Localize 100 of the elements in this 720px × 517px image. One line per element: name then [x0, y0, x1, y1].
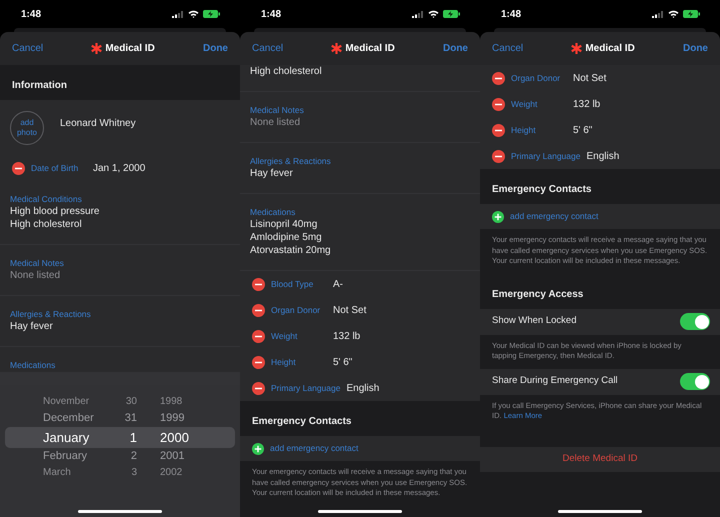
done-button[interactable]: Done: [202, 41, 228, 56]
field-value[interactable]: 132 lb: [573, 96, 600, 112]
add-photo-button[interactable]: add photo: [10, 110, 44, 144]
field-value[interactable]: Hay fever: [10, 320, 230, 333]
asterisk-icon: [91, 43, 102, 54]
add-icon[interactable]: [252, 442, 264, 454]
add-contact-link[interactable]: add emergency contact: [270, 442, 358, 455]
field-label: Medical Notes: [250, 105, 305, 116]
picker-month[interactable]: February: [43, 448, 121, 465]
field-label: Organ Donor: [511, 72, 562, 84]
field-value[interactable]: None listed: [250, 116, 470, 129]
toggle-label: Share During Emergency Call: [492, 374, 618, 388]
field-label: Height: [271, 356, 297, 368]
wifi-icon: [668, 10, 679, 18]
field-label: Allergies & Reactions: [250, 156, 332, 167]
signal-icon: [652, 10, 664, 18]
sheet-title: Medical ID: [345, 42, 395, 56]
field-value[interactable]: 5' 6": [573, 122, 592, 138]
status-time: 1:48: [21, 8, 42, 22]
signal-icon: [172, 10, 184, 18]
toggle-switch[interactable]: [680, 313, 710, 330]
picker-month[interactable]: March: [43, 465, 121, 480]
cancel-button[interactable]: Cancel: [12, 41, 44, 56]
picker-month[interactable]: January: [43, 428, 121, 448]
battery-icon: [443, 10, 460, 18]
picker-day[interactable]: 30: [121, 394, 137, 408]
field-value[interactable]: English: [586, 148, 620, 164]
full-name: Leonard Whitney: [60, 117, 136, 131]
cancel-button[interactable]: Cancel: [492, 41, 524, 56]
field-value[interactable]: Atorvastatin 20mg: [250, 244, 470, 257]
remove-icon[interactable]: [12, 162, 25, 174]
field-value[interactable]: Lisinopril 40mg: [250, 218, 470, 231]
picker-year[interactable]: 2002: [160, 465, 182, 480]
remove-icon[interactable]: [252, 330, 265, 342]
field-value[interactable]: 5' 6": [333, 354, 352, 370]
remove-icon[interactable]: [492, 150, 505, 162]
picker-year[interactable]: 2000: [160, 428, 189, 448]
toggle-switch[interactable]: [680, 373, 710, 390]
wifi-icon: [428, 10, 439, 18]
battery-icon: [683, 10, 700, 18]
add-icon[interactable]: [492, 210, 504, 222]
remove-icon[interactable]: [252, 304, 265, 316]
remove-icon[interactable]: [492, 72, 505, 84]
picker-year[interactable]: 1998: [160, 394, 182, 408]
field-label: Primary Language: [271, 382, 340, 394]
field-value[interactable]: Amlodipine 5mg: [250, 231, 470, 244]
wifi-icon: [188, 10, 199, 18]
field-label: Blood Type: [271, 278, 314, 290]
field-value[interactable]: Not Set: [573, 70, 606, 86]
field-label: Allergies & Reactions: [10, 309, 92, 320]
picker-day[interactable]: 31: [121, 410, 137, 426]
section-header: Information: [12, 79, 67, 93]
selected-row[interactable]: January 1 2000: [5, 427, 235, 448]
sheet-title: Medical ID: [105, 42, 155, 56]
picker-month[interactable]: December: [43, 410, 121, 426]
done-button[interactable]: Done: [682, 41, 708, 56]
picker-day[interactable]: 1: [121, 428, 137, 448]
remove-icon[interactable]: [252, 356, 265, 368]
delete-button[interactable]: Delete Medical ID: [562, 452, 638, 466]
battery-icon: [203, 10, 220, 18]
field-label: Primary Language: [511, 150, 580, 162]
cancel-button[interactable]: Cancel: [252, 41, 284, 56]
picker-day[interactable]: 2: [121, 448, 137, 465]
toggle-label: Show When Locked: [492, 314, 576, 328]
field-value[interactable]: Jan 1, 2000: [93, 160, 146, 176]
asterisk-icon: [571, 43, 582, 54]
asterisk-icon: [331, 43, 342, 54]
field-label: Medical Conditions: [10, 194, 83, 205]
field-label: Height: [511, 124, 537, 136]
picker-month[interactable]: November: [43, 394, 121, 408]
section-header: Emergency Access: [492, 288, 584, 302]
field-label: Medical Notes: [10, 258, 65, 269]
remove-icon[interactable]: [252, 382, 265, 394]
field-value[interactable]: Hay fever: [250, 167, 470, 180]
field-label: Weight: [511, 98, 538, 110]
field-value[interactable]: High blood pressure: [10, 205, 230, 218]
field-label: Medications: [10, 360, 56, 371]
field-value[interactable]: A-: [333, 276, 343, 292]
remove-icon[interactable]: [492, 124, 505, 136]
field-value[interactable]: None listed: [10, 269, 230, 282]
field-value[interactable]: 132 lb: [333, 328, 360, 344]
field-label: Medications: [250, 207, 296, 218]
section-header: Emergency Contacts: [492, 183, 592, 197]
picker-year[interactable]: 2001: [160, 448, 184, 465]
field-value[interactable]: High cholesterol: [10, 218, 230, 231]
remove-icon[interactable]: [252, 278, 265, 290]
field-value[interactable]: Not Set: [333, 302, 366, 318]
field-label: Date of Birth: [31, 162, 80, 174]
signal-icon: [412, 10, 424, 18]
sheet-title: Medical ID: [585, 42, 635, 56]
add-contact-link[interactable]: add emergency contact: [510, 210, 598, 223]
remove-icon[interactable]: [492, 98, 505, 110]
section-header: Emergency Contacts: [252, 415, 352, 429]
picker-day[interactable]: 3: [121, 465, 137, 480]
done-button[interactable]: Done: [442, 41, 468, 56]
status-time: 1:48: [261, 8, 282, 22]
field-value[interactable]: English: [346, 380, 380, 396]
status-time: 1:48: [501, 8, 522, 22]
picker-year[interactable]: 1999: [160, 410, 184, 426]
field-label: Weight: [271, 330, 298, 342]
